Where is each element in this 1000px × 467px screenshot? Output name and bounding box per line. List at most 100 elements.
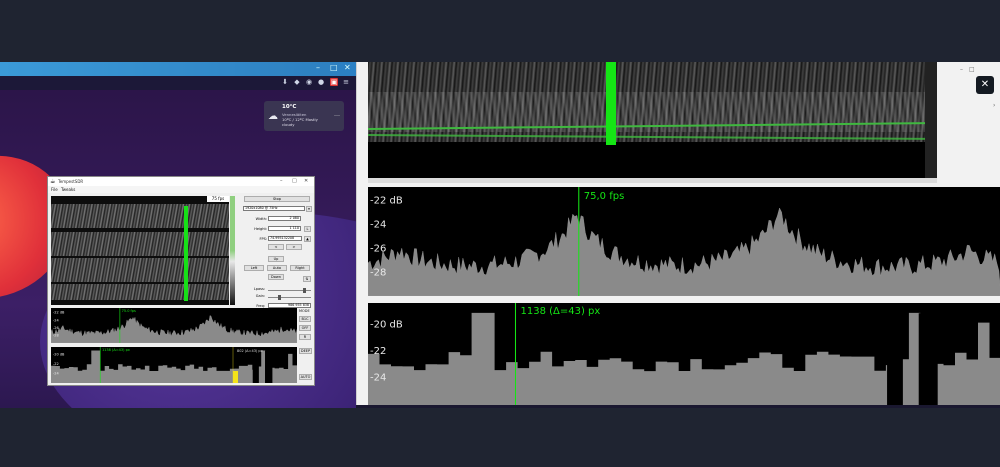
spectrum-gap: [918, 313, 938, 405]
maximize-icon[interactable]: □: [330, 63, 338, 72]
peak-marker-label: 75,0 fps: [584, 191, 625, 202]
height-field[interactable]: 1 110: [268, 226, 301, 231]
app-title: TempestSDR: [58, 178, 84, 184]
download-icon[interactable]: ⬇: [281, 78, 289, 86]
right-button[interactable]: Right: [290, 265, 310, 271]
weather-widget[interactable]: ☁ 10°C Vennesläiten 10ºC / 12ºC Mostly c…: [264, 101, 344, 131]
db-tick-label: -28: [370, 267, 386, 278]
down-button[interactable]: Down: [268, 274, 284, 280]
sync-button[interactable]: ⇅: [303, 276, 311, 282]
fps-increase-button[interactable]: >: [286, 244, 302, 250]
addon-icon[interactable]: ▣: [330, 78, 338, 86]
db-tick-label: -20 dB: [53, 353, 65, 357]
minimize-icon[interactable]: –: [316, 63, 320, 72]
pixel-spectrum-small[interactable]: -20 dB -22 -24 1138 (Δ=43) px 802 (Δ=43) px: [51, 347, 297, 383]
window-buttons[interactable]: –□: [960, 66, 981, 73]
tempestsdr-zoomed-window: –□ ✕ › -22 dB -24 -26 -28 75,0 fps -20 dB -22…: [356, 62, 1000, 405]
b1c-button[interactable]: B1C: [299, 316, 311, 322]
reconstructed-image-large[interactable]: [368, 62, 937, 178]
chevron-down-icon[interactable]: ▾: [306, 206, 312, 212]
db-tick-label: -20 dB: [370, 319, 403, 330]
desktop-screen: – □ ✕ ⬇ ◆ ◉ ● ▣ ≡ ☁ 10°C Vennesläiten 10…: [0, 62, 1000, 408]
fps-spectrum-small-graph: -22 dB -24 -26 -28 75.0 fps: [51, 308, 297, 343]
cloud-sun-icon: ☁: [268, 111, 278, 122]
pixel-spectrum-large-graph: -20 dB -22 -24 1138 (Δ=43) px: [368, 303, 1000, 405]
weather-description: 10ºC / 12ºC Mostly cloudy: [282, 117, 318, 127]
height-label: Height:: [254, 227, 267, 231]
peak-marker-label: 1138 (Δ=43) px: [102, 348, 130, 352]
image-band: [51, 284, 229, 300]
spectrum-gap: [887, 323, 903, 405]
weather-temp: 10°C: [282, 104, 297, 110]
stop-button[interactable]: Stop: [244, 196, 310, 202]
selection-marker: [233, 371, 238, 383]
app-minimize-icon[interactable]: –: [280, 178, 283, 184]
pixel-spectrum-small-graph: -20 dB -22 -24 1138 (Δ=43) px 802 (Δ=43) px: [51, 347, 297, 383]
left-button[interactable]: Left: [244, 265, 264, 271]
width-field[interactable]: 2 080: [268, 216, 301, 221]
fps-spectrum-small[interactable]: -22 dB -24 -26 -28 75.0 fps: [51, 308, 297, 343]
gain-label: Gain:: [255, 294, 265, 298]
auto-button[interactable]: Auto: [267, 265, 287, 271]
up-button[interactable]: Up: [268, 256, 284, 262]
fps-decrease-button[interactable]: <: [268, 244, 284, 250]
app-icon: ☕: [50, 178, 56, 185]
db-tick-label: -22 dB: [53, 311, 65, 315]
lpass-slider-knob[interactable]: [303, 288, 306, 293]
lpass-label: Lpass:: [253, 287, 265, 291]
pixel-spectrum-large[interactable]: -20 dB -22 -24 1138 (Δ=43) px: [368, 303, 1000, 405]
spectrum-side-panel-2: DEEP AUTO: [298, 347, 313, 383]
app-menubar: File Tweaks: [48, 186, 314, 193]
app-maximize-icon[interactable]: □: [292, 178, 297, 184]
db-tick-label: -28: [53, 334, 59, 338]
db-tick-label: -24: [53, 371, 59, 375]
fps-label: FPS:: [259, 237, 267, 241]
off-button[interactable]: OFF: [299, 325, 311, 331]
browser-titlebar[interactable]: – □ ✕: [0, 62, 356, 76]
menu-icon[interactable]: ≡: [342, 78, 350, 86]
spectrum-side-panel: MODE B1C OFF R: [298, 308, 313, 343]
level-scale-large[interactable]: [925, 62, 937, 178]
fps-field[interactable]: 74.995132208: [268, 236, 302, 241]
reset-button[interactable]: R: [299, 334, 311, 340]
db-tick-label: -22: [370, 346, 386, 357]
account-icon[interactable]: ●: [317, 78, 325, 86]
db-tick-label: -24: [53, 318, 59, 322]
control-panel: Stop 1920x1080 @ 75Hz ▾ Width: 2 080 Hei…: [241, 196, 313, 316]
spectrum-fill: [368, 207, 1000, 296]
level-scale[interactable]: [230, 196, 235, 305]
deep-button[interactable]: DEEP: [299, 348, 312, 354]
extension-icon[interactable]: ◉: [305, 78, 313, 86]
image-band: [51, 204, 229, 228]
image-band: [51, 258, 229, 282]
close-icon[interactable]: ✕: [344, 63, 351, 72]
menu-tweaks[interactable]: Tweaks: [61, 187, 75, 192]
fps-spectrum-large[interactable]: -22 dB -24 -26 -28 75,0 fps: [368, 187, 1000, 296]
width-label: Width:: [255, 217, 267, 221]
lock-button[interactable]: L: [304, 226, 311, 232]
app-close-icon[interactable]: ✕: [304, 178, 308, 184]
lpass-slider[interactable]: [268, 288, 311, 293]
selection-label: 802 (Δ=43) px: [237, 349, 263, 353]
menu-file[interactable]: File: [51, 187, 58, 192]
fps-lock-icon[interactable]: ▲: [304, 236, 311, 242]
more-icon[interactable]: …: [334, 111, 340, 118]
spectrum-fill: [51, 315, 297, 343]
shield-icon[interactable]: ◆: [293, 78, 301, 86]
browser-tab[interactable]: [0, 62, 340, 76]
spectrum-gap: [265, 350, 273, 383]
desktop-wallpaper: – □ ✕ ⬇ ◆ ◉ ● ▣ ≡ ☁ 10°C Vennesläiten 10…: [0, 62, 356, 408]
reconstructed-image[interactable]: [51, 196, 229, 305]
db-tick-label: -24: [370, 372, 386, 383]
gain-slider-knob[interactable]: [278, 295, 281, 300]
app-titlebar[interactable]: ☕ TempestSDR – □ ✕: [48, 177, 314, 186]
tempestsdr-window: ☕ TempestSDR – □ ✕ File Tweaks 75 fps St…: [47, 176, 315, 386]
mode-label: MODE: [299, 309, 310, 313]
fps-spectrum-large-graph: -22 dB -24 -26 -28 75,0 fps: [368, 187, 1000, 296]
close-icon[interactable]: ✕: [976, 76, 994, 94]
image-band: [51, 232, 229, 256]
gain-slider[interactable]: [268, 295, 311, 300]
spectrum-fill: [51, 350, 297, 383]
mode-select[interactable]: 1920x1080 @ 75Hz: [243, 206, 305, 211]
auto-correlate-button[interactable]: AUTO: [299, 374, 312, 380]
